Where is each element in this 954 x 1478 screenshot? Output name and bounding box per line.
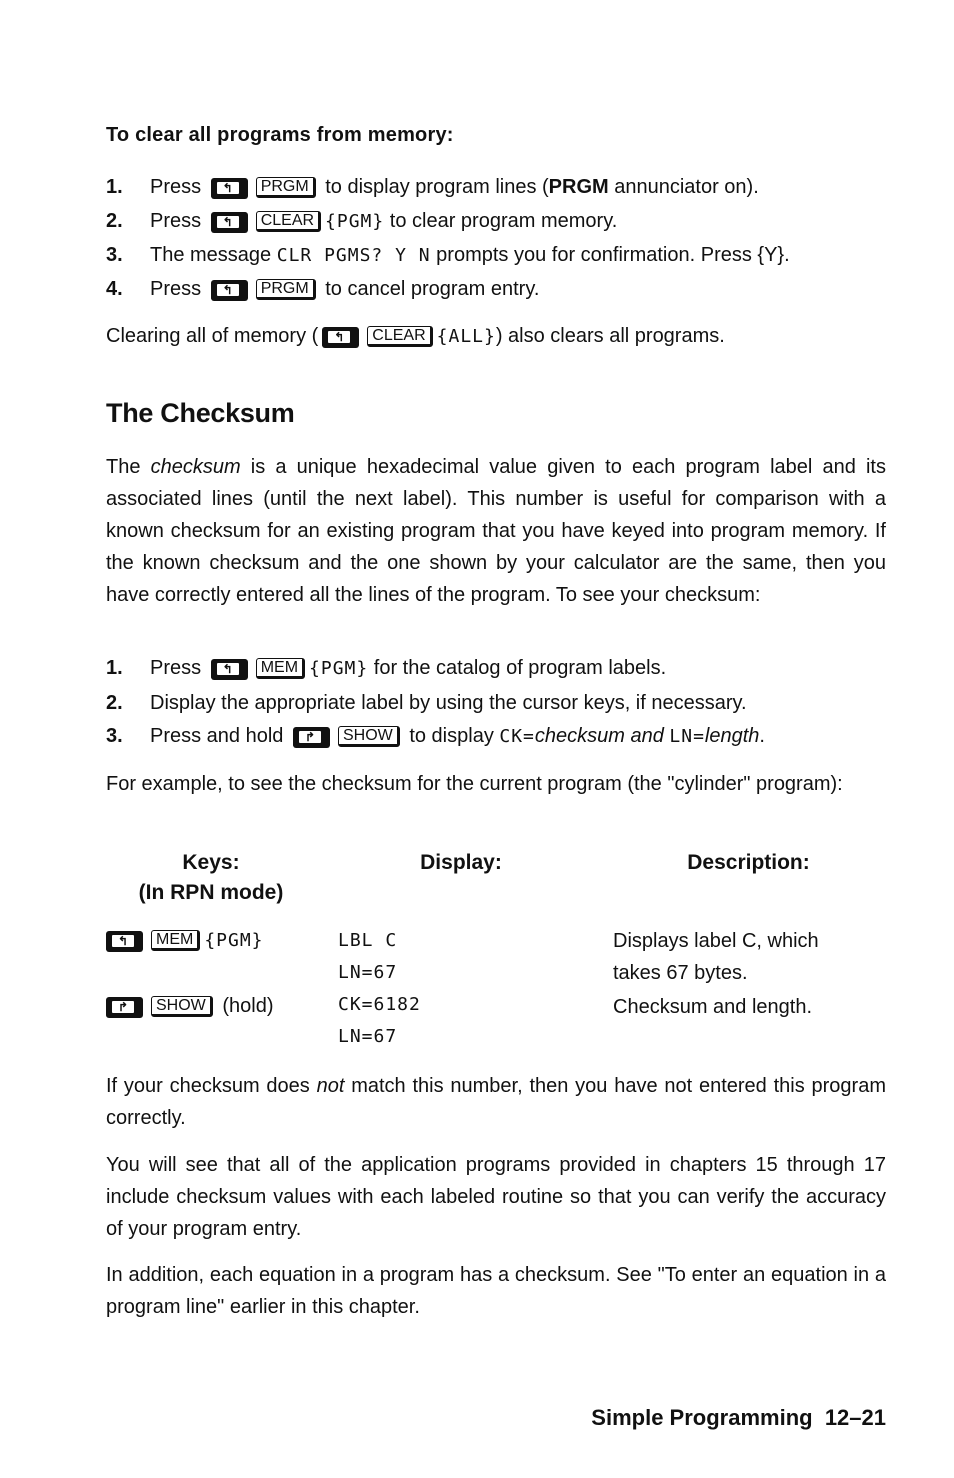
clear-key: CLEAR [255, 211, 322, 232]
page-footer: Simple Programming 12–21 [591, 1405, 886, 1431]
menu-pgm: {PGM} [309, 658, 369, 679]
table-row-description: Checksum and length. [613, 996, 813, 1018]
table-header-display: Display: [420, 851, 502, 874]
example-paragraph: For example, to see the checksum for the… [106, 773, 843, 795]
lcd-message: CLR PGMS? Y N [276, 245, 431, 266]
table-row-keys: ↰ MEM {PGM} [106, 925, 264, 956]
checksum-intro: The checksum is a unique hexadecimal val… [106, 456, 886, 606]
step-number: 2. [106, 692, 123, 714]
prgm-key: PRGM [255, 177, 316, 198]
table-header-description: Description: [687, 851, 810, 874]
section-title: The Checksum [106, 398, 295, 428]
show-key: SHOW [151, 996, 213, 1017]
step-number: 3. [106, 725, 123, 747]
table-row-description: Displays label C, which takes 67 bytes. [613, 930, 819, 984]
step-number: 1. [106, 176, 123, 198]
left-shift-key-icon: ↰ [106, 931, 143, 952]
clear-key: CLEAR [367, 326, 433, 347]
table-row-keys: ↱ SHOW (hold) [106, 991, 273, 1021]
step-number: 3. [106, 244, 123, 266]
step-number: 1. [106, 657, 123, 679]
left-shift-key-icon: ↰ [210, 178, 248, 199]
menu-all: {ALL} [436, 326, 496, 347]
left-shift-key-icon: ↰ [210, 280, 248, 301]
left-shift-key-icon: ↰ [210, 659, 248, 680]
page-number: 12–21 [824, 1405, 886, 1430]
right-shift-key-icon: ↱ [292, 727, 330, 748]
menu-pgm: {PGM} [325, 211, 385, 232]
checksum-step-3: 3. Press and hold ↱ SHOW to display CK=che… [106, 721, 765, 752]
clear-step-4: 4. Press ↰ PRGM to cancel program entry. [106, 274, 539, 304]
prgm-key: PRGM [255, 279, 316, 300]
table-header-keys: Keys: (In RPN mode) [138, 851, 284, 904]
table-row-display: CK=6182 LN=67 [338, 994, 421, 1047]
table-row-display: LBL C LN=67 [338, 930, 398, 983]
show-key: SHOW [337, 726, 400, 747]
chapter-title: Simple Programming [591, 1405, 813, 1430]
procedure-heading: To clear all programs from memory: [106, 124, 454, 146]
checksum-step-2: 2. Display the appropriate label by using… [106, 688, 747, 718]
clear-note: Clearing all of memory (↰ CLEAR {ALL}) als… [106, 325, 725, 348]
right-shift-key-icon: ↱ [106, 997, 143, 1018]
equation-checksum-paragraph: In addition, each equation in a program … [106, 1264, 886, 1318]
step-number: 2. [106, 210, 123, 232]
mismatch-paragraph: If your checksum does not match this num… [106, 1075, 886, 1129]
clear-step-3: 3. The message CLR PGMS? Y N prompts you … [106, 240, 790, 271]
checksum-step-1: 1. Press ↰ MEM {PGM} for the catalog of pro… [106, 653, 666, 684]
mem-key: MEM [255, 658, 306, 679]
step-number: 4. [106, 278, 123, 300]
mem-key: MEM [151, 930, 201, 951]
clear-step-1: 1. Press ↰ PRGM to display program lines (… [106, 172, 759, 202]
application-programs-paragraph: You will see that all of the application… [106, 1154, 886, 1240]
left-shift-key-icon: ↰ [322, 327, 360, 348]
clear-step-2: 2. Press ↰ CLEAR {PGM} to clear program mem… [106, 206, 617, 237]
left-shift-key-icon: ↰ [210, 212, 248, 233]
